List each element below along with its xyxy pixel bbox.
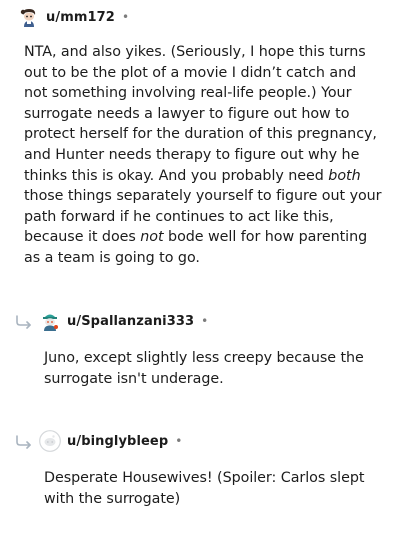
snoo-avatar-icon[interactable]	[18, 6, 40, 28]
comment: u/mm172 • NTA, and also yikes. (Seriousl…	[18, 6, 382, 269]
username[interactable]: u/binglybleep	[67, 434, 168, 449]
comment-body: NTA, and also yikes. (Seriously, I hope …	[24, 42, 382, 269]
separator-dot: •	[175, 434, 183, 448]
emphasis-text: not	[140, 229, 164, 246]
reply-thread-icon	[16, 315, 31, 329]
comment-text: NTA, and also yikes. (Seriously, I hope …	[24, 44, 377, 184]
separator-dot: •	[121, 10, 130, 24]
separator-dot: •	[201, 314, 209, 328]
reply-thread-icon	[16, 435, 31, 449]
comment-body: Juno, except slightly less creepy becaus…	[44, 350, 364, 387]
comment-header: u/mm172 •	[18, 6, 382, 28]
reply-comment: u/Spallanzani333 • Juno, except slightly…	[39, 310, 384, 389]
username[interactable]: u/mm172	[46, 10, 115, 25]
username[interactable]: u/Spallanzani333	[67, 314, 194, 329]
comment-header: u/binglybleep •	[39, 430, 384, 452]
snoo-avatar-icon[interactable]	[39, 310, 61, 332]
default-avatar-icon[interactable]	[39, 430, 61, 452]
comment-header: u/Spallanzani333 •	[39, 310, 384, 332]
emphasis-text: both	[328, 167, 361, 184]
reply-comment: u/binglybleep • Desperate Housewives! (S…	[39, 430, 384, 509]
comment-body: Desperate Housewives! (Spoiler: Carlos s…	[44, 470, 365, 507]
